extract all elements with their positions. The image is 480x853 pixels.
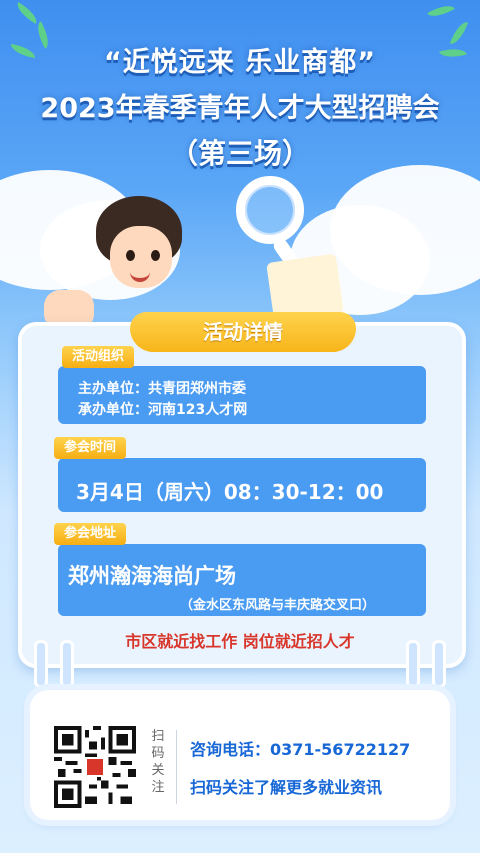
contact-phone[interactable]: 咨询电话：0371-56722127	[190, 736, 410, 760]
leaf-icon	[13, 2, 41, 24]
leaf-icon	[427, 0, 455, 22]
venue-address: （金水区东风路与丰庆路交叉口）	[180, 598, 376, 613]
details-banner: 活动详情	[130, 312, 356, 352]
scan-label: 扫码关注	[151, 729, 165, 795]
binder-ring	[432, 640, 446, 688]
event-time: 3月4日（周六）08：30-12：00	[76, 480, 384, 504]
organizer-unit: 承办单位：河南123人才网	[78, 402, 248, 418]
eye-icon	[151, 250, 160, 261]
binder-ring	[406, 640, 420, 688]
title-slogan: “近悦远来 乐业商都”	[104, 47, 376, 78]
binder-ring	[34, 640, 48, 688]
title-session: （第三场）	[169, 137, 310, 170]
page-title: 2023年春季青年人才大型招聘会	[40, 93, 440, 124]
venue-tag: 参会地址	[54, 523, 127, 545]
host-unit: 主办单位：共青团郑州市委	[78, 381, 246, 397]
poster: “近悦远来 乐业商都” 2023年春季青年人才大型招聘会 （第三场） 活动详情 …	[0, 0, 480, 853]
org-tag: 活动组织	[62, 346, 135, 368]
venue-name: 郑州瀚海海尚广场	[68, 564, 236, 588]
eye-icon	[126, 250, 135, 261]
binder-ring	[60, 640, 74, 688]
magnifier-icon	[236, 176, 304, 244]
qr-code[interactable]	[54, 726, 136, 808]
divider	[176, 730, 177, 804]
follow-text: 扫码关注了解更多就业资讯	[190, 778, 383, 797]
time-tag: 参会时间	[54, 437, 127, 459]
